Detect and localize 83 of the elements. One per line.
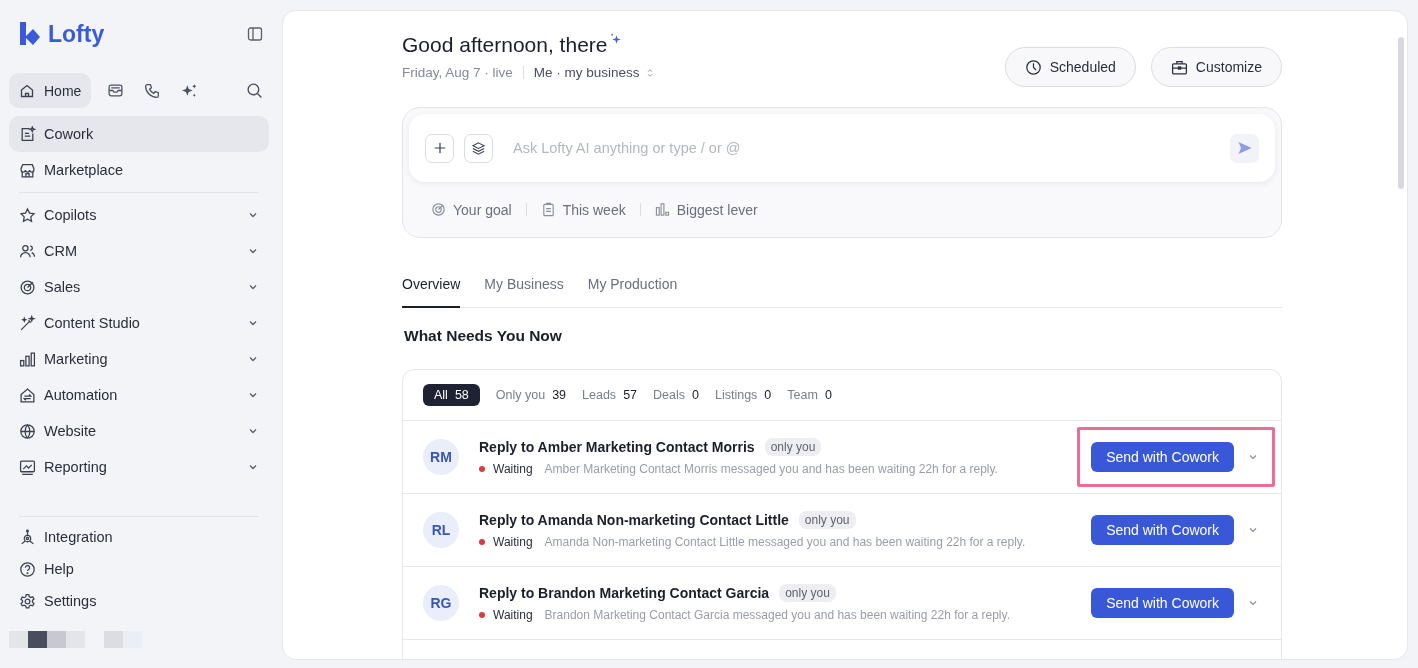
send-button[interactable]: Send with Cowork [1091, 515, 1234, 545]
status-text: Waiting [493, 462, 533, 476]
task-message: Amanda Non-marketing Contact Little messaged you and has been waiting 22h for a reply. [544, 535, 1026, 549]
sidebar-item[interactable]: Cowork [9, 116, 269, 152]
sidebar-group[interactable]: Content Studio [9, 305, 269, 341]
home-icon [19, 82, 35, 99]
status-dot [479, 539, 485, 545]
sidebar-group[interactable]: Website [9, 413, 269, 449]
search-icon[interactable] [246, 82, 263, 99]
date-text: Friday, Aug 7 · live [402, 65, 513, 80]
suggestion-chip[interactable]: This week [540, 201, 626, 218]
clipboard-icon [540, 202, 556, 217]
sidebar-item[interactable]: Marketplace [9, 152, 269, 188]
add-icon[interactable] [425, 133, 454, 163]
send-icon[interactable] [1230, 133, 1259, 163]
prompt-input[interactable]: Ask Lofty AI anything or type / or @ [503, 140, 1220, 156]
sidebar-item[interactable]: Settings [9, 585, 269, 617]
target-icon [19, 278, 36, 296]
sidebar-group[interactable]: Sales [9, 269, 269, 305]
task-title: Reply to Amanda Non-marketing Contact Little [479, 512, 789, 528]
document-sparkle-icon [19, 125, 36, 143]
home-tab[interactable]: Home [9, 73, 92, 108]
task-message: Brandon Marketing Contact Garcia messaged you and has been waiting 22h for a reply. [544, 608, 1010, 622]
send-button[interactable]: Send with Cowork [1091, 588, 1234, 618]
sidebar-group[interactable]: Marketing [9, 341, 269, 377]
suggestion-chip[interactable]: Biggest lever [654, 201, 758, 218]
magic-wand-icon [19, 314, 36, 332]
bar-chart-icon [19, 350, 36, 368]
globe-icon [19, 422, 36, 440]
filter-chip[interactable]: Deals 0 [653, 384, 699, 406]
task-message: Amber Marketing Contact Morris messaged you and has been waiting 22h for a reply. [544, 462, 998, 476]
sparkle-icon [610, 33, 624, 46]
task-title: Reply to Amber Marketing Contact Morris [479, 439, 755, 455]
filter-chip[interactable]: Leads 57 [582, 384, 638, 406]
avatar: RM [423, 439, 459, 475]
people-icon [19, 242, 36, 260]
sidebar-group[interactable]: Automation [9, 377, 269, 413]
settings-icon [19, 592, 36, 610]
brand-name: Lofty [48, 20, 105, 48]
house-arrows-icon [19, 386, 36, 404]
sidebar-group[interactable]: CRM [9, 233, 269, 269]
scheduled-button[interactable]: Scheduled [1004, 47, 1136, 87]
target-icon [431, 202, 446, 217]
audience-tag: only you [798, 511, 856, 529]
filter-chip[interactable]: Team 0 [787, 384, 832, 406]
status-text: Waiting [493, 535, 533, 549]
sidebar-item[interactable]: Integration [9, 521, 269, 553]
network-icon [19, 528, 36, 546]
help-icon [19, 560, 36, 578]
tab[interactable]: My Production [587, 274, 678, 308]
scope-selector[interactable]: Me · my business [533, 65, 654, 80]
sidebar-toggle-icon[interactable] [247, 26, 263, 42]
briefcase-icon [1170, 58, 1188, 76]
audience-tag: only you [779, 584, 836, 602]
line-chart-icon [19, 458, 36, 476]
filter-chip[interactable]: Only you 39 [495, 384, 567, 406]
suggestion-chip[interactable]: Your goal [431, 201, 512, 218]
send-button[interactable]: Send with Cowork [1091, 442, 1234, 472]
tab[interactable]: Overview [402, 274, 461, 308]
status-dot [479, 466, 485, 472]
status-dot [479, 612, 485, 618]
tab[interactable]: My Business [484, 274, 564, 308]
star-icon [19, 206, 36, 224]
avatar: RL [423, 512, 459, 548]
greeting-title: Good afternoon, there [402, 33, 608, 57]
bar-chart-icon [654, 202, 670, 217]
storefront-icon [19, 161, 36, 179]
sort-arrows-icon [645, 67, 654, 78]
layers-icon[interactable] [464, 133, 493, 163]
sidebar-group[interactable]: Copilots [9, 197, 269, 233]
clock-icon [1024, 58, 1042, 76]
avatar: RG [423, 585, 459, 621]
task-title: Reply to Brandon Marketing Contact Garcia [479, 585, 770, 601]
logo-mark-icon [18, 20, 42, 48]
scrollbar[interactable] [1398, 37, 1404, 189]
filter-chip[interactable]: Listings 0 [714, 384, 772, 406]
sidebar-group[interactable]: Reporting [9, 449, 269, 485]
filter-chip[interactable]: All 58 [423, 384, 480, 406]
audience-tag: only you [764, 438, 822, 456]
customize-button[interactable]: Customize [1150, 47, 1282, 87]
status-text: Waiting [493, 608, 533, 622]
sidebar-item[interactable]: Help [9, 553, 269, 585]
section-title: What Needs You Now [404, 327, 563, 345]
